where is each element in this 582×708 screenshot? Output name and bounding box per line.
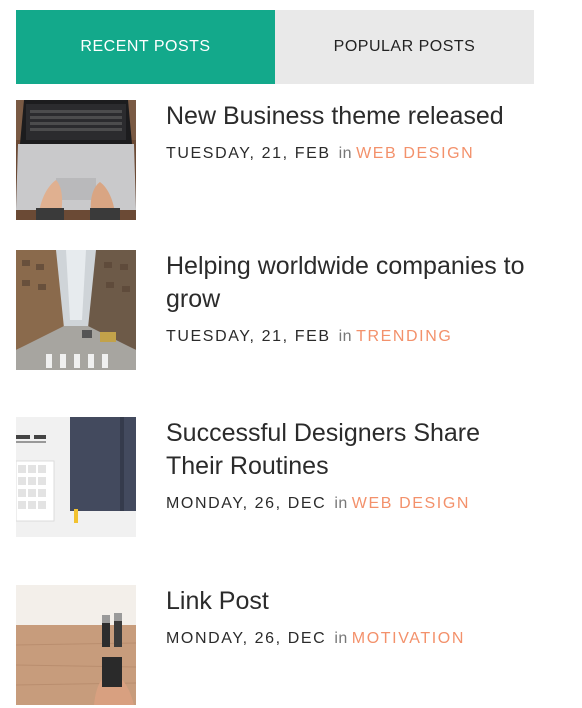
post-meta: TUESDAY, 21, FEB in WEB DESIGN [166, 145, 474, 163]
post-date: MONDAY, 26, DEC [166, 630, 327, 647]
list-item: Helping worldwide companies to grow TUES… [16, 250, 536, 370]
posts-tabs: RECENT POSTS POPULAR POSTS [16, 10, 534, 84]
post-thumbnail-table[interactable] [16, 585, 136, 705]
post-date: TUESDAY, 21, FEB [166, 328, 331, 345]
list-item: Link Post MONDAY, 26, DEC in MOTIVATION [16, 585, 536, 705]
post-thumbnail-laptop[interactable] [16, 100, 136, 220]
post-title[interactable]: New Business theme released [166, 100, 536, 133]
post-title[interactable]: Link Post [166, 585, 536, 618]
list-item: New Business theme released TUESDAY, 21,… [16, 100, 536, 220]
in-label: in [334, 495, 348, 512]
in-label: in [338, 145, 353, 162]
post-date: TUESDAY, 21, FEB [166, 145, 331, 162]
in-label: in [338, 328, 353, 345]
post-category-link[interactable]: WEB DESIGN [352, 495, 470, 512]
post-date: MONDAY, 26, DEC [166, 495, 327, 512]
post-thumbnail-desk[interactable] [16, 417, 136, 537]
tab-recent-posts[interactable]: RECENT POSTS [16, 10, 275, 84]
post-meta: MONDAY, 26, DEC in MOTIVATION [166, 630, 465, 648]
post-meta: TUESDAY, 21, FEB in TRENDING [166, 328, 452, 346]
post-title[interactable]: Successful Designers Share Their Routine… [166, 417, 536, 483]
post-meta: MONDAY, 26, DEC in WEB DESIGN [166, 495, 470, 513]
post-title[interactable]: Helping worldwide companies to grow [166, 250, 536, 316]
post-category-link[interactable]: WEB DESIGN [356, 145, 474, 162]
in-label: in [334, 630, 348, 647]
post-category-link[interactable]: TRENDING [356, 328, 452, 345]
post-thumbnail-city[interactable] [16, 250, 136, 370]
post-category-link[interactable]: MOTIVATION [352, 630, 465, 647]
tab-popular-posts[interactable]: POPULAR POSTS [275, 10, 534, 84]
list-item: Successful Designers Share Their Routine… [16, 417, 536, 537]
